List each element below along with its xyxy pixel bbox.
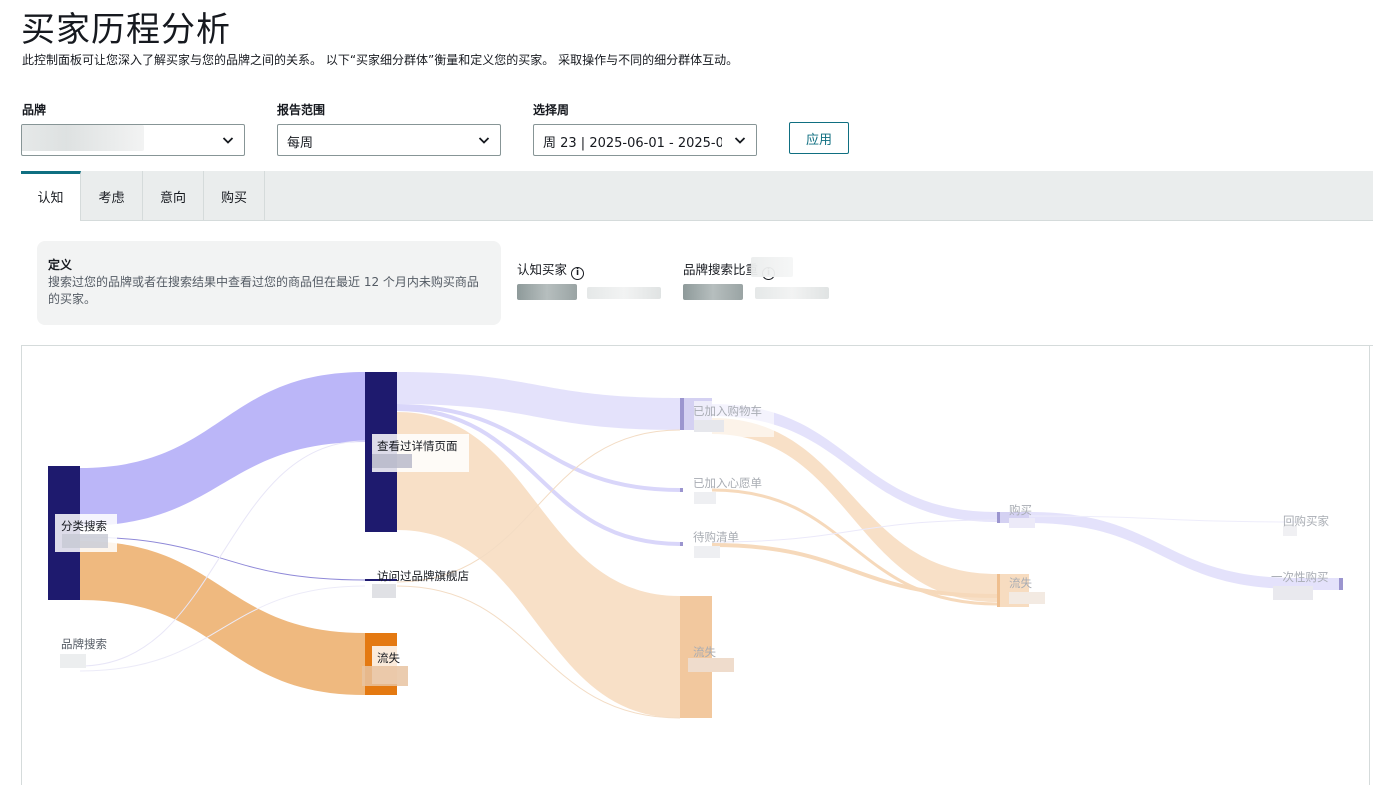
stage-tabs: 认知 考虑 意向 购买 xyxy=(21,171,1373,221)
definition-title: 定义 xyxy=(48,258,73,272)
flow-wait-to-purchase[interactable] xyxy=(711,519,998,543)
report-range-value: 每周 xyxy=(287,136,314,151)
redacted-metric-value xyxy=(683,284,743,300)
brand-filter-label: 品牌 xyxy=(22,103,47,117)
apply-button[interactable]: 应用 xyxy=(789,122,849,154)
redacted-value xyxy=(688,658,734,672)
redacted-metric-change xyxy=(587,287,661,299)
tab-purchase[interactable]: 购买 xyxy=(204,171,265,220)
page-title: 买家历程分析 xyxy=(21,10,231,50)
chevron-down-icon xyxy=(478,137,490,144)
node-wait-list[interactable] xyxy=(680,542,683,546)
segment-summary: 定义 搜索过您的品牌或者在搜索结果中查看过您的商品但在最近 12 个月内未购买商… xyxy=(21,221,1373,346)
redacted-value xyxy=(362,666,408,686)
redacted-value xyxy=(1273,586,1313,600)
definition-box: 定义 搜索过您的品牌或者在搜索结果中查看过您的商品但在最近 12 个月内未购买商… xyxy=(37,241,501,325)
node-label: 品牌搜索 xyxy=(61,637,107,651)
node-one-time-purchase-edge xyxy=(1339,578,1343,590)
redacted-value xyxy=(694,546,720,558)
node-label: 待购清单 xyxy=(693,530,739,544)
node-label: 流失 xyxy=(1009,576,1032,590)
redacted-value xyxy=(62,534,108,548)
tab-consideration[interactable]: 考虑 xyxy=(81,171,143,220)
week-filter-label: 选择周 xyxy=(533,103,570,117)
node-label: 一次性购买 xyxy=(1271,570,1329,584)
redacted-value xyxy=(694,420,724,432)
tab-intent[interactable]: 意向 xyxy=(143,171,204,220)
chevron-down-icon xyxy=(734,137,746,144)
redacted-value xyxy=(694,492,716,504)
node-purchase-edge xyxy=(997,512,1000,523)
redacted-metric-value xyxy=(517,284,577,300)
node-label: 流失 xyxy=(693,645,716,659)
chevron-down-icon xyxy=(222,137,234,144)
redacted-value xyxy=(372,454,412,468)
metric-aware-buyers: 认知买家 i xyxy=(517,259,585,280)
node-added-to-cart-edge xyxy=(680,398,684,430)
page-description: 此控制面板可让您深入了解买家与您的品牌之间的关系。 以下“买家细分群体”衡量和定… xyxy=(22,53,739,67)
report-range-select[interactable]: 每周 xyxy=(277,124,501,156)
tab-awareness[interactable]: 认知 xyxy=(21,171,81,221)
info-icon[interactable]: i xyxy=(571,267,585,280)
report-range-label: 报告范围 xyxy=(277,103,326,117)
sankey-svg: 分类搜索 品牌搜索 查看过详情页面 访问过品牌旗舰店 流失 已加入购物车 已加入… xyxy=(48,372,1343,719)
node-label: 已加入心愿单 xyxy=(693,476,762,490)
redacted-brand-name xyxy=(22,125,144,151)
redacted-value xyxy=(60,654,86,668)
node-added-to-wishlist[interactable] xyxy=(680,488,683,492)
redacted-metric-change xyxy=(755,287,829,299)
redacted-value xyxy=(1009,592,1045,604)
metric-aware-buyers-label: 认知买家 xyxy=(517,262,568,277)
metric-brand-search-share-label: 品牌搜索比重 xyxy=(683,262,759,277)
redacted-label-overlay xyxy=(751,257,793,277)
node-label: 回购买家 xyxy=(1283,514,1329,528)
node-label: 购买 xyxy=(1009,503,1032,517)
flow-category-to-churn[interactable] xyxy=(80,541,365,695)
node-label: 已加入购物车 xyxy=(693,404,762,418)
definition-body: 搜索过您的品牌或者在搜索结果中查看过您的商品但在最近 12 个月内未购买商品的买… xyxy=(48,275,479,306)
node-churn-stage4-edge xyxy=(997,574,1000,607)
node-label: 查看过详情页面 xyxy=(377,439,458,453)
week-select[interactable]: 周 23 | 2025-06-01 - 2025-06-07 xyxy=(533,124,757,156)
node-label: 访问过品牌旗舰店 xyxy=(377,569,469,583)
flow-purchase-to-onetime[interactable] xyxy=(1029,512,1297,589)
node-label: 分类搜索 xyxy=(61,519,107,533)
brand-select[interactable] xyxy=(21,124,245,156)
node-label: 流失 xyxy=(377,651,400,665)
redacted-value xyxy=(1009,518,1035,528)
buyer-journey-sankey: 分类搜索 品牌搜索 查看过详情页面 访问过品牌旗舰店 流失 已加入购物车 已加入… xyxy=(21,346,1370,785)
redacted-value xyxy=(372,584,396,598)
